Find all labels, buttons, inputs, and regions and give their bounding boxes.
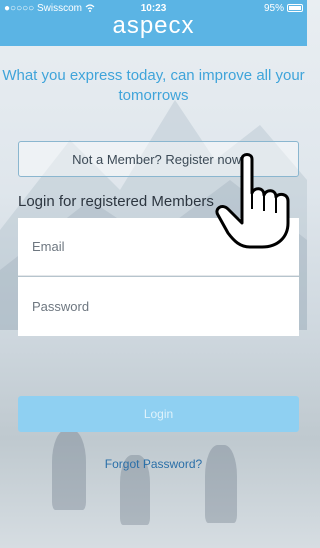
password-placeholder: Password: [32, 299, 90, 314]
battery-icon: [287, 4, 303, 12]
login-button[interactable]: Login: [18, 396, 299, 432]
login-button-label: Login: [143, 407, 174, 421]
hand-pointer-icon: [215, 153, 290, 249]
email-placeholder: Email: [32, 239, 65, 254]
status-bar: ●○○○○ Swisscom 10:23 95%: [0, 0, 307, 16]
forgot-password-link[interactable]: Forgot Password?: [0, 457, 307, 471]
login-section-title: Login for registered Members: [18, 193, 214, 210]
clock: 10:23: [140, 2, 167, 14]
app-logo: aspecx: [112, 12, 195, 39]
password-field[interactable]: Password: [18, 277, 299, 336]
tagline: What you express today, can improve all …: [2, 67, 305, 104]
